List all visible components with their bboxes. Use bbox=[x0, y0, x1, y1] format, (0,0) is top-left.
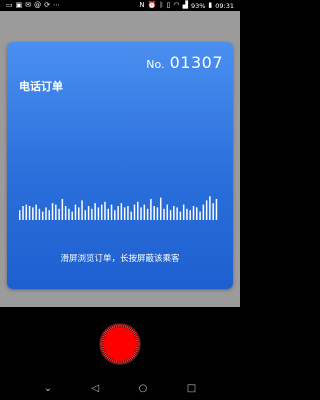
waveform-bar bbox=[78, 207, 80, 220]
order-number-value: 01307 bbox=[169, 53, 223, 72]
waveform-bar bbox=[58, 208, 60, 220]
waveform-bar bbox=[133, 204, 136, 220]
waveform-bar bbox=[199, 211, 201, 220]
waveform-bar bbox=[110, 204, 113, 220]
waveform-bar bbox=[212, 203, 214, 220]
waveform-bar bbox=[19, 210, 21, 220]
waveform-bar bbox=[156, 207, 159, 220]
waveform-bar bbox=[45, 207, 47, 220]
waveform-bar bbox=[163, 208, 165, 220]
waveform-bar bbox=[192, 206, 195, 220]
waveform-bar bbox=[120, 203, 123, 220]
waveform-bar bbox=[130, 211, 132, 220]
menu-chevron-icon[interactable]: ⌄ bbox=[44, 384, 52, 394]
image-icon: ▣ bbox=[15, 1, 23, 9]
waveform-bar bbox=[173, 206, 175, 220]
waveform-bar bbox=[196, 207, 198, 220]
waveform-bar bbox=[87, 206, 90, 220]
waveform-bar bbox=[104, 201, 106, 220]
home-icon[interactable]: ○ bbox=[139, 384, 148, 394]
waveform-bar bbox=[68, 208, 70, 220]
waveform-bar bbox=[159, 197, 162, 220]
status-bar: ▭ ▣ ✉ @ ⟳ ⋯ N ⏰ ᛒ ▯ ◠ ▟ 93% ▮ 09:31 bbox=[0, 0, 240, 11]
waveform-bar bbox=[61, 199, 64, 220]
waveform-bar bbox=[169, 210, 172, 220]
order-card[interactable]: No. 01307 电话订单 滑屏浏览订单，长按屏蔽该乘客 bbox=[7, 42, 233, 289]
main-area: No. 01307 电话订单 滑屏浏览订单，长按屏蔽该乘客 bbox=[0, 11, 240, 307]
signal-icon: ▟ bbox=[182, 1, 188, 9]
order-number-prefix: No. bbox=[146, 58, 165, 71]
waveform-bar bbox=[215, 199, 218, 220]
waveform-bar bbox=[94, 203, 96, 220]
waveform-bar bbox=[176, 207, 178, 220]
bluetooth-icon: ᛒ bbox=[159, 1, 164, 9]
waveform-bar bbox=[48, 210, 50, 220]
waveform-bar bbox=[97, 207, 100, 220]
waveform-bar bbox=[25, 204, 28, 220]
mail-icon: ✉ bbox=[25, 1, 32, 9]
more-dots-icon: ⋯ bbox=[53, 1, 60, 9]
order-number: No. 01307 bbox=[146, 53, 223, 72]
waveform-bar bbox=[74, 204, 77, 220]
status-right-icons: N ⏰ ᛒ ▯ ◠ ▟ 93% ▮ 09:31 bbox=[139, 2, 234, 10]
waveform-bar bbox=[150, 199, 152, 220]
recents-icon[interactable]: □ bbox=[187, 384, 196, 394]
waveform-bar bbox=[143, 204, 146, 220]
waveform-bar bbox=[100, 204, 103, 220]
status-left-icons: ▭ ▣ ✉ @ ⟳ ⋯ bbox=[6, 2, 60, 9]
alarm-icon: ⏰ bbox=[147, 1, 157, 9]
screen-mirror-icon: ▭ bbox=[6, 1, 13, 9]
waveform-bar bbox=[114, 210, 116, 220]
waveform-bar bbox=[71, 211, 73, 220]
hint-text: 滑屏浏览订单，长按屏蔽该乘客 bbox=[60, 254, 180, 264]
waveform-bar bbox=[209, 196, 211, 220]
waveform-bar bbox=[137, 201, 139, 220]
sync-icon: ⟳ bbox=[44, 1, 50, 9]
waveform-bar bbox=[84, 210, 87, 220]
waveform-bar bbox=[81, 200, 83, 220]
battery-icon: ▮ bbox=[208, 1, 213, 9]
waveform-bar bbox=[140, 207, 142, 220]
waveform-bar bbox=[32, 207, 34, 220]
waveform-bar bbox=[41, 211, 44, 220]
audio-waveform bbox=[19, 196, 218, 220]
battery-percent: 93% bbox=[190, 1, 206, 10]
vibrate-icon: ▯ bbox=[166, 1, 171, 9]
waveform-bar bbox=[205, 200, 208, 220]
waveform-bar bbox=[189, 210, 191, 220]
waveform-bar bbox=[166, 204, 169, 220]
at-icon: @ bbox=[34, 1, 42, 9]
waveform-bar bbox=[179, 211, 182, 220]
status-time: 09:31 bbox=[215, 1, 234, 10]
wifi-icon: ◠ bbox=[173, 1, 180, 9]
waveform-bar bbox=[38, 208, 41, 220]
waveform-bar bbox=[127, 206, 129, 220]
waveform-bar bbox=[182, 204, 185, 220]
waveform-bar bbox=[28, 206, 31, 220]
waveform-bar bbox=[64, 206, 67, 220]
waveform-bar bbox=[22, 206, 24, 220]
back-icon[interactable]: ◁ bbox=[92, 384, 100, 394]
nfc-icon: N bbox=[139, 1, 145, 9]
waveform-bar bbox=[91, 208, 93, 220]
waveform-bar bbox=[146, 208, 149, 220]
navigation-bar: ⌄ ◁ ○ □ bbox=[0, 378, 240, 400]
waveform-bar bbox=[186, 208, 188, 220]
waveform-bar bbox=[202, 204, 205, 220]
waveform-bar bbox=[117, 206, 119, 220]
order-title: 电话订单 bbox=[19, 80, 63, 93]
waveform-bar bbox=[153, 206, 155, 220]
bottom-panel bbox=[0, 307, 240, 378]
waveform-bar bbox=[35, 204, 37, 220]
record-button[interactable] bbox=[99, 323, 141, 365]
waveform-bar bbox=[51, 203, 54, 220]
waveform-bar bbox=[55, 204, 57, 220]
record-ring-icon bbox=[99, 323, 141, 365]
waveform-bar bbox=[107, 208, 109, 220]
waveform-bar bbox=[123, 207, 126, 220]
